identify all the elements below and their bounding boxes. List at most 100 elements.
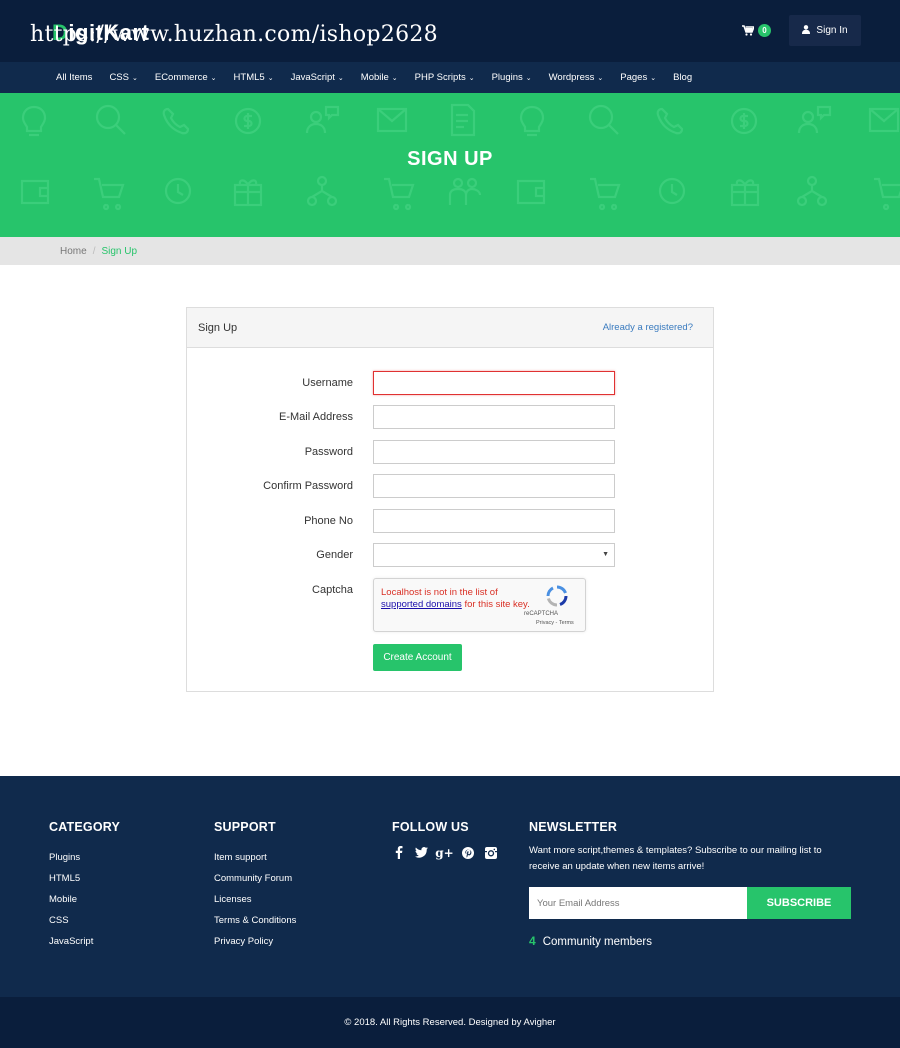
footer-link[interactable]: CSS xyxy=(49,910,120,931)
watermark-text: https://www.huzhan.com/ishop2628 xyxy=(30,22,438,47)
phone-input[interactable] xyxy=(373,509,615,533)
chevron-down-icon: ⌄ xyxy=(468,74,475,82)
nav-item-css[interactable]: CSS ⌄ xyxy=(109,72,137,83)
nav-item-javascript[interactable]: JavaScript ⌄ xyxy=(291,72,344,83)
main-content: Sign Up Already a registered? Username E… xyxy=(0,265,900,776)
community-members: 4 Community members xyxy=(529,934,851,948)
top-header: DigitKart https://www.huzhan.com/ishop26… xyxy=(0,0,900,62)
username-input[interactable] xyxy=(373,371,615,395)
recaptcha-brand: reCAPTCHA xyxy=(524,611,559,617)
chevron-down-icon: ⌄ xyxy=(267,74,274,82)
social-icons: g+ xyxy=(392,846,497,860)
signup-panel: Sign Up Already a registered? Username E… xyxy=(186,307,714,692)
user-icon xyxy=(802,24,811,37)
nav-label: Wordpress xyxy=(548,72,595,83)
nav-label: Pages xyxy=(620,72,648,83)
page-title: SIGN UP xyxy=(407,148,493,170)
confirm-password-label: Confirm Password xyxy=(263,480,353,492)
phone-row: Phone No xyxy=(187,509,715,533)
nav-label: Blog xyxy=(673,72,693,83)
chevron-down-icon: ⌄ xyxy=(525,74,532,82)
supported-domains-link[interactable]: supported domains xyxy=(381,599,462,610)
dropdown-arrow-icon: ▼ xyxy=(602,551,609,558)
footer-newsletter-title: NEWSLETTER xyxy=(529,820,618,834)
page-hero: SIGN UP xyxy=(0,93,900,237)
email-label: E-Mail Address xyxy=(279,411,353,423)
panel-title: Sign Up xyxy=(198,321,238,334)
already-registered-link[interactable]: Already a registered? xyxy=(603,322,693,333)
nav-item-html5[interactable]: HTML5 ⌄ xyxy=(234,72,274,83)
gender-select[interactable]: ▼ xyxy=(373,543,615,567)
confirm-password-input[interactable] xyxy=(373,474,615,498)
footer-link[interactable]: Item support xyxy=(214,847,296,868)
nav-item-php-scripts[interactable]: PHP Scripts ⌄ xyxy=(415,72,475,83)
newsletter-email-input[interactable] xyxy=(529,887,747,919)
chevron-down-icon: ⌄ xyxy=(597,74,604,82)
nav-item-wordpress[interactable]: Wordpress ⌄ xyxy=(549,72,604,83)
nav-item-ecommerce[interactable]: ECommerce ⌄ xyxy=(155,72,217,83)
footer-link[interactable]: Community Forum xyxy=(214,868,296,889)
nav-item-all-items[interactable]: All Items xyxy=(56,72,92,83)
chevron-down-icon: ⌄ xyxy=(131,74,138,82)
footer-support-title: SUPPORT xyxy=(214,820,276,834)
nav-label: Mobile xyxy=(360,72,389,83)
footer-link[interactable]: HTML5 xyxy=(49,868,120,889)
main-nav: All Items CSS ⌄ ECommerce ⌄ HTML5 ⌄ JavaScr… xyxy=(0,62,900,93)
footer-link[interactable]: Privacy Policy xyxy=(214,931,296,952)
nav-item-plugins[interactable]: Plugins ⌄ xyxy=(492,72,532,83)
username-row: Username xyxy=(187,371,715,395)
cart-count-badge: 0 xyxy=(758,24,771,37)
nav-label: CSS xyxy=(109,72,129,83)
password-input[interactable] xyxy=(373,440,615,464)
footer-follow: FOLLOW US g+ xyxy=(392,820,497,860)
breadcrumb-home-link[interactable]: Home xyxy=(60,246,87,257)
breadcrumb: Home / Sign Up xyxy=(0,237,900,265)
panel-header: Sign Up Already a registered? xyxy=(187,308,713,348)
sign-in-label: Sign In xyxy=(816,25,848,36)
nav-label: All Items xyxy=(56,72,93,83)
footer-category: CATEGORY Plugins HTML5 Mobile CSS JavaSc… xyxy=(49,820,120,952)
nav-item-blog[interactable]: Blog xyxy=(673,72,692,83)
create-account-button[interactable]: Create Account xyxy=(373,644,462,671)
footer-follow-title: FOLLOW US xyxy=(392,820,469,834)
confirm-password-row: Confirm Password xyxy=(187,474,715,498)
cart-icon xyxy=(742,25,754,36)
cart-button[interactable]: 0 xyxy=(742,24,771,37)
footer-link[interactable]: Licenses xyxy=(214,889,296,910)
gender-row: Gender ▼ xyxy=(187,543,715,567)
password-row: Password xyxy=(187,440,715,464)
recaptcha-logo-icon xyxy=(546,585,568,610)
facebook-icon[interactable] xyxy=(392,846,405,859)
footer-link[interactable]: Terms & Conditions xyxy=(214,910,296,931)
captcha-error-message: Localhost is not in the list of supporte… xyxy=(381,587,531,610)
password-label: Password xyxy=(304,446,353,458)
footer-link[interactable]: JavaScript xyxy=(49,931,120,952)
recaptcha-terms-link[interactable]: Privacy - Terms xyxy=(536,620,574,626)
footer-support: SUPPORT Item support Community Forum Lic… xyxy=(214,820,296,952)
nav-item-pages[interactable]: Pages ⌄ xyxy=(620,72,656,83)
chevron-down-icon: ⌄ xyxy=(391,74,398,82)
sign-in-button[interactable]: Sign In xyxy=(789,15,861,46)
pinterest-icon[interactable] xyxy=(461,846,474,859)
email-input[interactable] xyxy=(373,405,615,429)
chevron-down-icon: ⌄ xyxy=(210,74,217,82)
copyright-text: © 2018. All Rights Reserved. Designed by… xyxy=(344,1017,556,1028)
instagram-icon[interactable] xyxy=(484,846,497,859)
breadcrumb-current: Sign Up xyxy=(101,245,138,257)
recaptcha-widget[interactable]: Localhost is not in the list of supporte… xyxy=(373,578,586,632)
username-label: Username xyxy=(302,377,353,389)
nav-label: HTML5 xyxy=(233,72,265,83)
copyright-bar: © 2018. All Rights Reserved. Designed by… xyxy=(0,997,900,1048)
subscribe-button[interactable]: SUBSCRIBE xyxy=(747,887,851,919)
footer-newsletter: NEWSLETTER Want more script,themes & tem… xyxy=(529,820,851,948)
captcha-msg-text: Localhost is not in the list of xyxy=(381,587,498,598)
footer-link[interactable]: Plugins xyxy=(49,847,120,868)
footer-category-title: CATEGORY xyxy=(49,820,121,834)
footer-link[interactable]: Mobile xyxy=(49,889,120,910)
twitter-icon[interactable] xyxy=(415,846,428,859)
google-plus-icon[interactable]: g+ xyxy=(435,846,453,860)
nav-item-mobile[interactable]: Mobile ⌄ xyxy=(361,72,398,83)
site-footer: CATEGORY Plugins HTML5 Mobile CSS JavaSc… xyxy=(0,776,900,997)
phone-label: Phone No xyxy=(304,515,353,527)
captcha-label: Captcha xyxy=(312,584,353,596)
